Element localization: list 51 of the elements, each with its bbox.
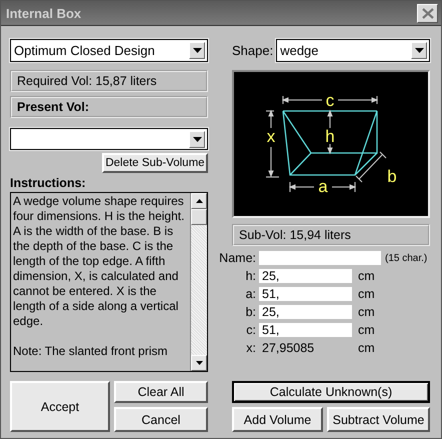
dimension-field[interactable]: 51, [259, 323, 352, 337]
scroll-down-icon [196, 361, 202, 365]
sub-volume-text: Sub-Vol: 15,94 liters [239, 228, 351, 242]
volume-button[interactable]: Add Volume [232, 407, 323, 432]
scroll-up-icon [196, 199, 202, 203]
clear-all-button[interactable]: Clear All [114, 381, 208, 403]
dimension-field[interactable]: 51, [259, 287, 352, 301]
calculate-button[interactable]: Calculate Unknown(s) [232, 381, 430, 403]
caret-icon [414, 48, 424, 53]
name-label: Name: [219, 251, 257, 265]
cancel-button[interactable]: Cancel [114, 407, 208, 432]
scrollbar[interactable] [190, 193, 207, 371]
design-dropdown[interactable]: Optimum Closed Design [10, 39, 208, 62]
close-icon [422, 8, 434, 18]
unit-label: cm [358, 341, 375, 355]
unit-label: cm [358, 305, 375, 319]
close-button[interactable] [417, 4, 438, 22]
instructions-text-area[interactable] [10, 192, 208, 372]
shape-label: Shape: [232, 43, 274, 58]
dimension-label: a: [244, 287, 257, 301]
dimension-label: x [266, 127, 276, 146]
dimension-label: h: [244, 269, 257, 283]
unit-label: cm [358, 287, 375, 301]
dimension-label: b [387, 167, 397, 186]
volume-button[interactable]: Subtract Volume [327, 407, 430, 432]
dimension-label: x: [245, 341, 257, 355]
unit-label: cm [358, 269, 375, 283]
scroll-thumb[interactable] [191, 209, 207, 225]
instructions-paragraph: Note: The slanted front prism [13, 344, 169, 359]
computed-value: 27,95085 [261, 341, 316, 355]
caret-icon [192, 48, 202, 53]
accept-button[interactable]: Accept [10, 381, 110, 432]
present-volume-text: Present Vol: [17, 100, 90, 114]
dimension-label: a [318, 177, 328, 196]
required-volume-text: Required Vol: 15,87 liters [17, 74, 157, 88]
sub-volume-dropdown[interactable] [10, 128, 208, 150]
instructions-paragraph: A wedge volume shape requires four dimensions. H is the height. A is the width of the base. B is the depth of the base. C is the length of the top edge. A fifth dimension, X, is calculated and cannot be entered. X is the length of a side along a vertical edge. [13, 194, 186, 329]
dimension-label: b: [244, 305, 257, 319]
shape-dropdown[interactable]: wedge [276, 39, 430, 62]
window-title: Internal Box [6, 6, 82, 20]
dimension-field[interactable]: 25, [259, 305, 352, 319]
dimension-label: c [326, 91, 334, 110]
name-hint: (15 char.) [385, 252, 428, 264]
instructions-label: Instructions: [10, 176, 87, 192]
caret-icon [192, 136, 202, 142]
delete-sub-volume-button[interactable]: Delete Sub-Volume [102, 153, 208, 173]
dimension-label: h [325, 127, 335, 146]
dimension-label: c: [245, 323, 257, 337]
dimension-field[interactable]: 25, [259, 269, 352, 283]
name-field[interactable] [259, 251, 381, 265]
unit-label: cm [358, 323, 375, 337]
